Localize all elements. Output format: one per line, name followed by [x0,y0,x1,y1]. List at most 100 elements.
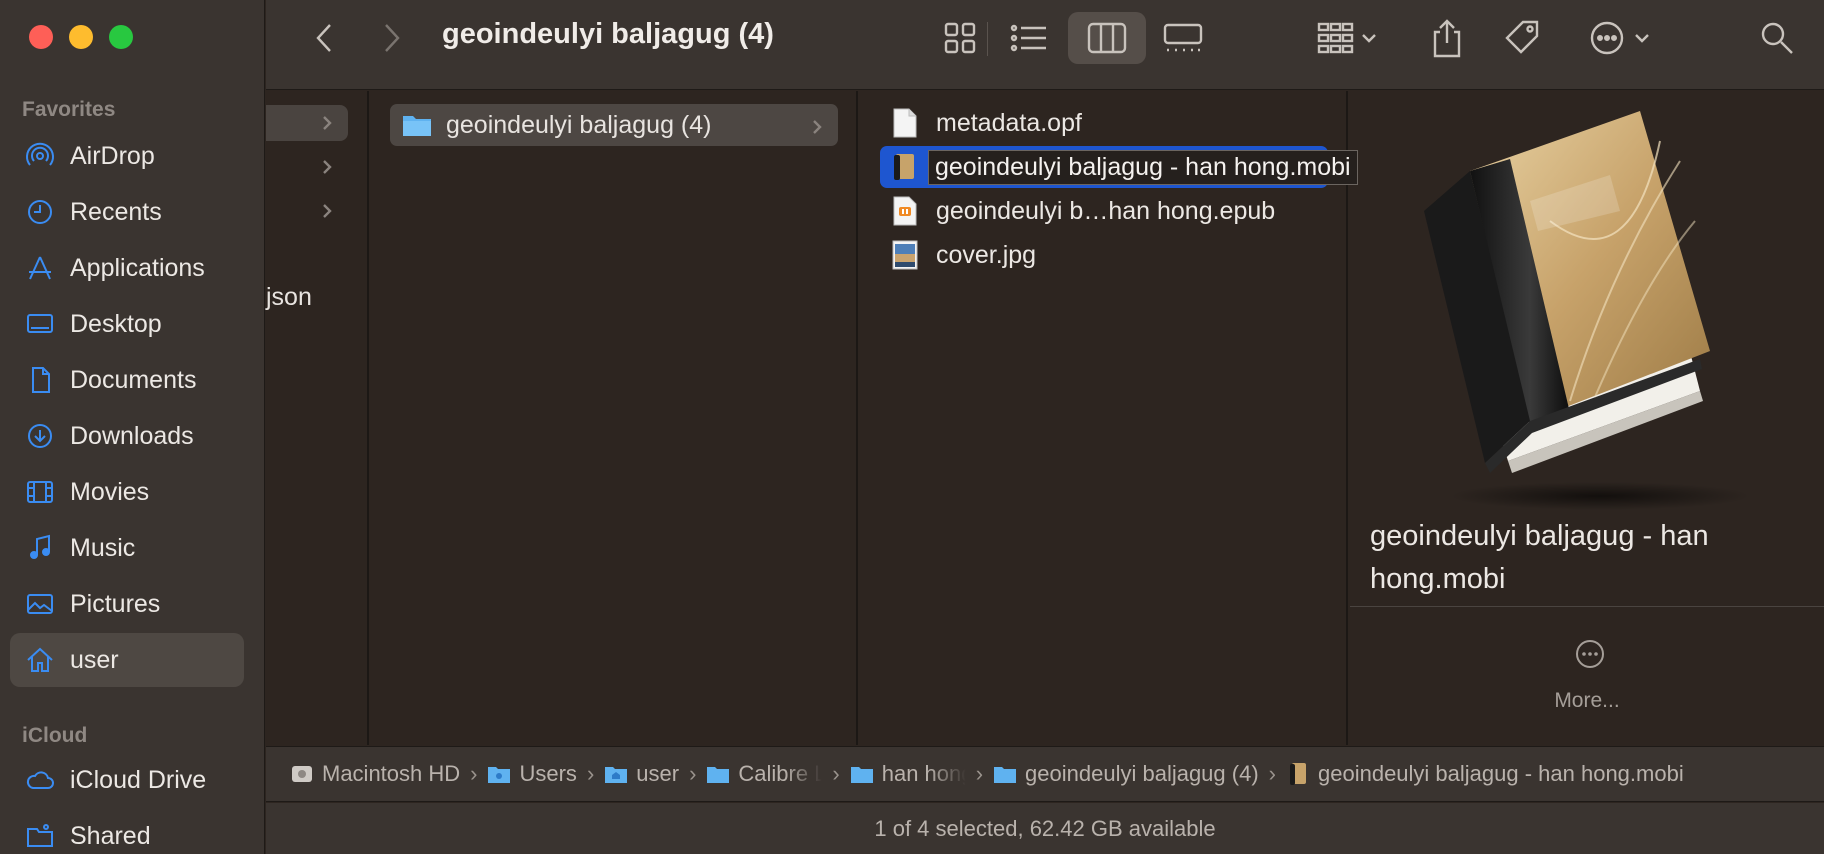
back-button[interactable] [304,12,344,64]
sidebar-item-label: Applications [70,253,205,282]
path-item-user[interactable]: user › [604,761,706,787]
divider [987,22,988,56]
path-separator: › [470,761,478,786]
file-row-cover[interactable]: cover.jpg [880,234,1036,276]
chevron-left-icon [316,24,331,52]
ellipsis-circle-icon[interactable] [1575,639,1605,669]
path-item-mobi-file[interactable]: geoindeulyi baljagug - han hong.mobi [1286,761,1684,787]
more-button[interactable]: More... [1350,689,1824,713]
list-icon [1010,24,1046,52]
toolbar: geoindeulyi baljagug (4) [266,0,1824,90]
sidebar-item-downloads[interactable]: Downloads [10,409,244,463]
film-icon [24,476,56,508]
folder-icon [993,763,1017,785]
sidebar-item-icloud-drive[interactable]: iCloud Drive [10,753,244,807]
sidebar-item-music[interactable]: Music [10,521,244,575]
sidebar-item-recents[interactable]: Recents [10,185,244,239]
column-files: metadata.opf geoindeulyi baljagug - han … [860,91,1358,745]
chevron-right-icon [810,115,824,135]
favorites-heading: Favorites [22,98,116,121]
search-button[interactable] [1752,12,1802,64]
column-row[interactable] [266,149,348,185]
home-folder-icon [604,763,628,785]
forward-button[interactable] [372,12,412,64]
share-icon [1433,19,1461,58]
blank-document-icon [892,108,918,138]
path-item-han-hong[interactable]: han hong › [850,761,993,787]
sidebar-item-documents[interactable]: Documents [10,353,244,407]
close-window-button[interactable] [29,25,53,49]
sidebar-item-label: Documents [70,365,197,394]
file-name: cover.jpg [936,240,1037,269]
path-label: Users [519,761,577,786]
ellipsis-circle-icon [1590,21,1649,55]
photo-icon [24,588,56,620]
chevron-right-icon [320,201,334,221]
folder-icon [487,763,511,785]
sidebar-item-airdrop[interactable]: AirDrop [10,129,244,183]
gallery-view-button[interactable] [1148,12,1218,64]
hard-drive-icon [290,763,314,785]
minimize-window-button[interactable] [69,25,93,49]
column-row[interactable] [266,105,348,141]
clock-icon [24,196,56,228]
sidebar-item-movies[interactable]: Movies [10,465,244,519]
gallery-icon [1163,23,1203,52]
tag-icon [1505,20,1539,54]
preview-file-name: geoindeulyi baljagug - han hong.mobi [1370,520,1709,595]
icon-view-button[interactable] [930,12,990,64]
path-item-calibre[interactable]: Calibre L › [706,761,849,787]
zoom-window-button[interactable] [109,25,133,49]
applications-icon [24,252,56,284]
file-row-epub[interactable]: geoindeulyi b…han hong.epub [880,190,1275,232]
share-button[interactable] [1422,12,1472,64]
folder-name: geoindeulyi baljagug (4) [446,110,712,139]
home-icon [24,644,56,676]
book-icon [1424,111,1750,510]
path-label: Calibre L [738,761,823,786]
sidebar-item-label: Recents [70,197,162,226]
ebook-icon [892,152,916,182]
status-bar: 1 of 4 selected, 62.42 GB available [266,803,1824,854]
window-controls [29,25,133,49]
list-view-button[interactable] [994,12,1064,64]
column-item-fragment[interactable]: json [266,283,312,312]
folder-icon [850,763,874,785]
sidebar-item-applications[interactable]: Applications [10,241,244,295]
shared-folder-icon [24,820,56,852]
tags-button[interactable] [1498,12,1548,64]
column-row[interactable] [266,193,348,229]
epub-icon [892,196,918,226]
file-row-mobi[interactable]: geoindeulyi baljagug - han hong.mobi [880,146,1358,188]
airdrop-icon [24,140,56,172]
sidebar-item-desktop[interactable]: Desktop [10,297,244,351]
path-item-users[interactable]: Users › [487,761,604,787]
column-view-button[interactable] [1068,12,1146,64]
icloud-heading: iCloud [22,724,88,747]
path-item-book-folder[interactable]: geoindeulyi baljagug (4) › [993,761,1286,787]
sidebar-item-pictures[interactable]: Pictures [10,577,244,631]
folder-icon [706,763,730,785]
music-note-icon [24,532,56,564]
folder-row-selected[interactable]: geoindeulyi baljagug (4) [390,104,838,146]
sidebar-item-label: user [70,645,119,674]
sidebar-item-user[interactable]: user [10,633,244,687]
sidebar-item-label: iCloud Drive [70,765,207,794]
path-separator: › [586,761,595,786]
rename-field[interactable]: geoindeulyi baljagug - han hong.mobi [928,149,1358,185]
sidebar: Favorites AirDrop Recents Applications D… [0,0,265,854]
more-actions-button[interactable] [1582,12,1662,64]
file-name: geoindeulyi b…han hong.epub [936,196,1276,225]
file-row-metadata[interactable]: metadata.opf [880,102,1082,144]
sidebar-item-label: Desktop [70,309,162,338]
grid-icon [944,22,976,54]
group-icon [1317,22,1376,54]
folder-icon [403,116,431,136]
sidebar-item-shared[interactable]: Shared [10,809,244,854]
search-icon [1761,22,1793,54]
sidebar-item-label: Shared [70,821,151,850]
status-text: 1 of 4 selected, 62.42 GB available [874,815,1216,841]
path-item-macintosh-hd[interactable]: Macintosh HD › [290,761,487,787]
path-separator: › [975,761,984,786]
group-by-button[interactable] [1308,12,1388,64]
